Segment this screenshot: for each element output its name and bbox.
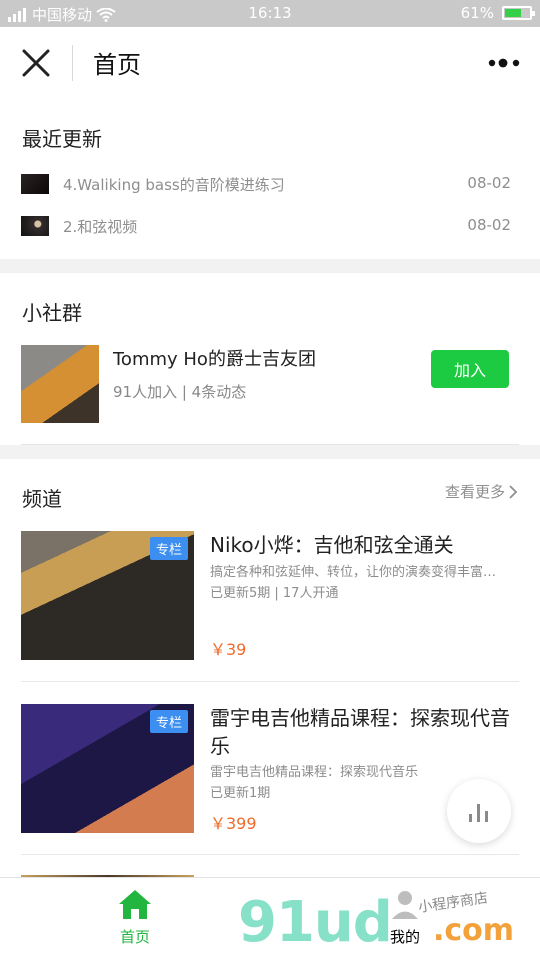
recent-thumbnail (21, 174, 49, 194)
channel-cover-image: 专栏 (21, 531, 194, 660)
recent-item-date: 08-02 (467, 216, 511, 234)
page-title: 首页 (93, 51, 141, 79)
section-title-channels: 频道 (22, 487, 62, 511)
watermark-main: 91ud (238, 890, 393, 955)
column-tag: 专栏 (149, 710, 188, 733)
stats-floating-button[interactable] (447, 779, 511, 843)
battery-percent: 61% (460, 4, 494, 22)
recent-item[interactable]: 4.Waliking bass的音阶模进练习 08-02 (21, 172, 511, 196)
recent-item-label: 4.Waliking bass的音阶模进练习 (63, 176, 285, 194)
card-divider (21, 681, 519, 682)
channel-price: ￥39 (210, 640, 247, 659)
channel-update-info: 已更新5期 | 17人开通 (210, 586, 339, 601)
channel-price: ￥399 (210, 814, 257, 833)
more-options-icon[interactable] (488, 57, 520, 69)
recent-thumbnail (21, 216, 49, 236)
join-button[interactable]: 加入 (431, 350, 509, 388)
recent-item-label: 2.和弦视频 (63, 218, 138, 236)
channel-description: 雷宇电吉他精品课程：探索现代音乐 (210, 765, 419, 780)
home-icon (119, 890, 151, 919)
community-group-card[interactable]: Tommy Ho的爵士吉友团 91人加入 | 4条动态 加入 (21, 345, 519, 427)
status-time: 16:13 (248, 4, 292, 22)
recent-item[interactable]: 2.和弦视频 08-02 (21, 214, 511, 238)
section-divider (21, 444, 519, 445)
channel-card[interactable]: 专栏 Niko小烨：吉他和弦全通关 搞定各种和弦延伸、转位，让你的演奏变得丰富…… (21, 531, 519, 661)
nav-divider (72, 45, 73, 81)
tab-home-label: 首页 (119, 928, 150, 946)
view-more-label: 查看更多 (444, 483, 505, 501)
channel-description: 搞定各种和弦延伸、转位，让你的演奏变得丰富… (210, 565, 497, 580)
card-divider (21, 854, 519, 855)
channel-update-info: 已更新1期 (210, 786, 271, 801)
channel-title: Niko小烨：吉他和弦全通关 (210, 533, 454, 557)
watermark-suffix: .com (433, 913, 515, 948)
recent-updates-section: 最近更新 4.Waliking bass的音阶模进练习 08-02 2.和弦视频… (0, 99, 540, 259)
chevron-right-icon (509, 484, 518, 499)
group-meta: 91人加入 | 4条动态 (113, 383, 247, 401)
close-icon[interactable] (20, 47, 52, 79)
status-bar: 中国移动 16:13 61% (0, 0, 540, 27)
channel-cover-image: 专栏 (21, 704, 194, 833)
section-title-community: 小社群 (22, 301, 82, 325)
status-right: 61% (460, 4, 535, 22)
navigation-bar: 首页 (0, 27, 540, 99)
view-more-link[interactable]: 查看更多 (445, 481, 518, 502)
tab-home[interactable]: 首页 (75, 888, 195, 952)
battery-fill (505, 9, 521, 17)
column-tag: 专栏 (149, 537, 188, 560)
battery-icon (502, 6, 535, 20)
recent-item-date: 08-02 (467, 174, 511, 192)
group-name: Tommy Ho的爵士吉友团 (113, 349, 316, 370)
community-section: 小社群 Tommy Ho的爵士吉友团 91人加入 | 4条动态 加入 (0, 273, 540, 445)
channel-card[interactable]: 专栏 雷宇电吉他精品课程：探索现代音乐 雷宇电吉他精品课程：探索现代音乐 已更新… (21, 704, 519, 834)
channel-title: 雷宇电吉他精品课程：探索现代音乐 (210, 706, 510, 758)
bar-chart-icon (469, 804, 488, 822)
section-title-recent: 最近更新 (22, 127, 102, 151)
group-cover-image (21, 345, 99, 423)
watermark: 91ud .com 小程序商店 (238, 890, 530, 960)
